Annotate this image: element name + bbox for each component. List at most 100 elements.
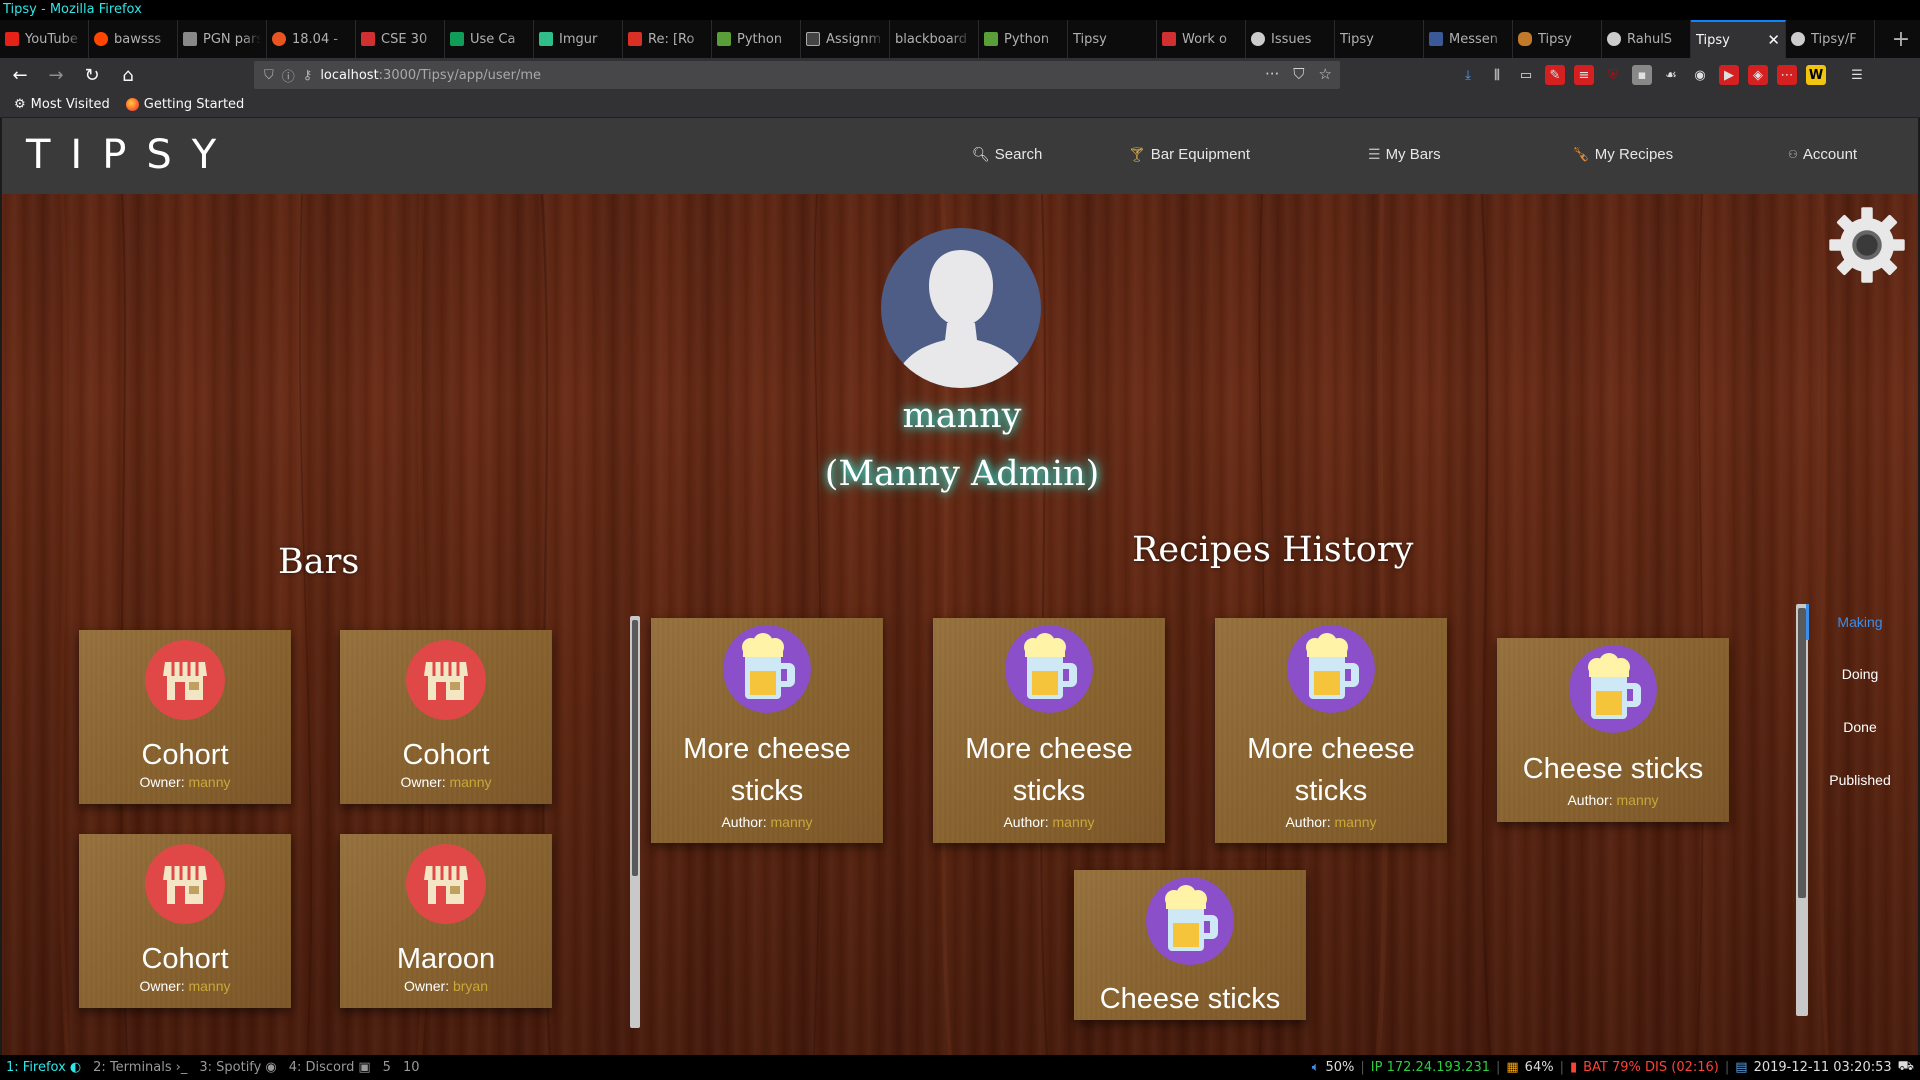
recipe-author: Author: manny — [1567, 792, 1659, 808]
tipsy-logo[interactable]: TIPSY — [26, 132, 236, 178]
status-tab-making[interactable]: Making — [1818, 614, 1902, 630]
blackboard-icon — [806, 32, 820, 46]
bar-card[interactable]: Maroon Owner: bryan — [340, 834, 552, 1008]
recipes-scrollbar-thumb[interactable] — [1798, 608, 1806, 898]
workspace-4[interactable]: 4: Discord ▣ — [283, 1060, 377, 1075]
workspace-2[interactable]: 2: Terminals ›_ — [87, 1060, 193, 1075]
browser-tab[interactable]: Tipsy — [1513, 20, 1602, 58]
extension-feather-icon[interactable]: ☙ — [1661, 65, 1681, 85]
browser-tab[interactable]: Python — [712, 20, 801, 58]
browser-tab[interactable]: Tipsy — [1335, 20, 1424, 58]
library-icon[interactable]: ⫼ — [1487, 65, 1507, 85]
python-icon — [717, 32, 731, 46]
browser-tab[interactable]: Re: [Ro — [623, 20, 712, 58]
recipe-card[interactable]: Cheese sticks Author: manny — [1497, 638, 1729, 822]
page-actions-icon[interactable]: ··· — [1265, 65, 1279, 83]
bar-name: Cohort — [141, 739, 229, 771]
browser-tab[interactable]: blackboard — [890, 20, 979, 58]
new-tab-button[interactable]: + — [1882, 20, 1920, 58]
reload-button[interactable]: ↻ — [76, 61, 108, 89]
firefox-icon — [125, 98, 139, 111]
bar-card[interactable]: Cohort Owner: manny — [79, 834, 291, 1008]
browser-tab[interactable]: Tipsy — [1068, 20, 1157, 58]
browser-tab[interactable]: Imgur — [534, 20, 623, 58]
bookmark-getting-started[interactable]: Getting Started — [125, 97, 244, 112]
browser-tab[interactable]: Assignm — [801, 20, 890, 58]
document-icon — [183, 32, 197, 46]
home-button[interactable]: ⌂ — [112, 61, 144, 89]
extension-youtube-icon[interactable]: ▶ — [1719, 65, 1739, 85]
extension-circle-icon[interactable]: ◉ — [1690, 65, 1710, 85]
browser-tab[interactable]: 18.04 - — [267, 20, 356, 58]
bookmark-star-icon[interactable]: ☆ — [1319, 65, 1332, 83]
extension-grey-icon[interactable]: ▪ — [1632, 65, 1652, 85]
calendar-icon: ▤ — [1735, 1060, 1748, 1075]
browser-tab-active[interactable]: Tipsy ✕ — [1691, 20, 1786, 58]
nav-account[interactable]: ⚇ Account — [1788, 146, 1857, 163]
bar-card[interactable]: Cohort Owner: manny — [340, 630, 552, 804]
cocktail-shaker-icon: 🍸︎ — [1128, 146, 1146, 162]
bars-scrollbar-thumb[interactable] — [632, 620, 638, 876]
recipe-card[interactable]: Cheese sticks — [1074, 870, 1306, 1020]
extension-w-icon[interactable]: W — [1806, 65, 1826, 85]
status-tab-done[interactable]: Done — [1818, 719, 1902, 735]
nav-my-bars[interactable]: ☰ My Bars — [1368, 146, 1441, 163]
tray-icon: ⛟ — [1897, 1059, 1914, 1074]
toolbar-extensions: ⤓ ⫼ ▭ ✎ ≡ ⛨ ▪ ☙ ◉ ▶ ◈ ⋯ W ☰ — [1458, 65, 1867, 85]
shield-icon[interactable]: ⛉ — [264, 68, 274, 83]
bookmark-most-visited[interactable]: ⚙ Most Visited — [14, 97, 110, 112]
menu-icon[interactable]: ☰ — [1847, 65, 1867, 85]
key-icon: ⚷ — [302, 67, 313, 83]
workspace-5[interactable]: 5 — [377, 1060, 397, 1075]
browser-tab[interactable]: bawsss — [89, 20, 178, 58]
browser-tab[interactable]: Work o — [1157, 20, 1246, 58]
browser-tab[interactable]: Python — [979, 20, 1068, 58]
workspace-3[interactable]: 3: Spotify ◉ — [193, 1060, 282, 1075]
info-icon[interactable]: ⓘ — [282, 66, 295, 85]
bar-card[interactable]: Cohort Owner: manny — [79, 630, 291, 804]
pocket-icon[interactable]: ⛉ — [1293, 65, 1304, 83]
extension-pen-icon[interactable]: ✎ — [1545, 65, 1565, 85]
back-button[interactable]: ← — [4, 61, 36, 89]
status-tab-doing[interactable]: Doing — [1818, 666, 1902, 682]
nav-bar-equipment[interactable]: 🍸︎ Bar Equipment — [1128, 146, 1250, 163]
browser-tab[interactable]: Tipsy/F — [1786, 20, 1875, 58]
url-bar[interactable]: ⛉ ⓘ ⚷ localhost:3000/Tipsy/app/user/me ·… — [254, 61, 1340, 89]
browser-tab[interactable]: RahulS — [1602, 20, 1691, 58]
beer-mug-icon — [723, 625, 811, 713]
browser-tab[interactable]: PGN parser — [178, 20, 267, 58]
bar-name: Cohort — [402, 739, 490, 771]
browser-tab[interactable]: CSE 30 — [356, 20, 445, 58]
forward-button[interactable]: → — [40, 61, 72, 89]
browser-tab[interactable]: Use Ca — [445, 20, 534, 58]
nav-my-recipes[interactable]: 🍾︎ My Recipes — [1572, 146, 1673, 163]
recipe-name-line2: sticks — [1294, 775, 1368, 807]
extension-stack-icon[interactable]: ≡ — [1574, 65, 1594, 85]
recipe-card[interactable]: More cheese sticks Author: manny — [651, 618, 883, 843]
recipe-card[interactable]: More cheese sticks Author: manny — [933, 618, 1165, 843]
ublock-icon[interactable]: ⛨ — [1603, 65, 1623, 85]
firefox-icon: ◐ — [69, 1060, 82, 1075]
volume-level: 50% — [1325, 1060, 1355, 1075]
terminal-icon: ›_ — [175, 1060, 188, 1075]
bar-store-icon — [145, 640, 225, 720]
browser-tab[interactable]: Issues — [1246, 20, 1335, 58]
close-icon[interactable]: ✕ — [1767, 31, 1780, 49]
bookmarks-bar: ⚙ Most Visited Getting Started — [0, 92, 1920, 118]
nav-search[interactable]: 🔍︎ Search — [972, 146, 1042, 163]
extension-dots-icon[interactable]: ⋯ — [1777, 65, 1797, 85]
settings-gear-icon[interactable] — [1826, 204, 1908, 286]
download-icon[interactable]: ⤓ — [1458, 65, 1478, 85]
extension-red-icon[interactable]: ◈ — [1748, 65, 1768, 85]
spotify-icon: ◉ — [265, 1060, 277, 1075]
workspace-1[interactable]: 1: Firefox ◐ — [0, 1060, 87, 1075]
profile-username: manny — [902, 396, 1022, 436]
status-tab-published[interactable]: Published — [1818, 772, 1902, 788]
browser-tab[interactable]: YouTube — [0, 20, 89, 58]
gmail-icon — [628, 32, 642, 46]
browser-tab[interactable]: Messen — [1424, 20, 1513, 58]
recipe-card[interactable]: More cheese sticks Author: manny — [1215, 618, 1447, 843]
beer-mug-icon — [1569, 645, 1657, 733]
sidebar-icon[interactable]: ▭ — [1516, 65, 1536, 85]
workspace-10[interactable]: 10 — [397, 1060, 426, 1075]
